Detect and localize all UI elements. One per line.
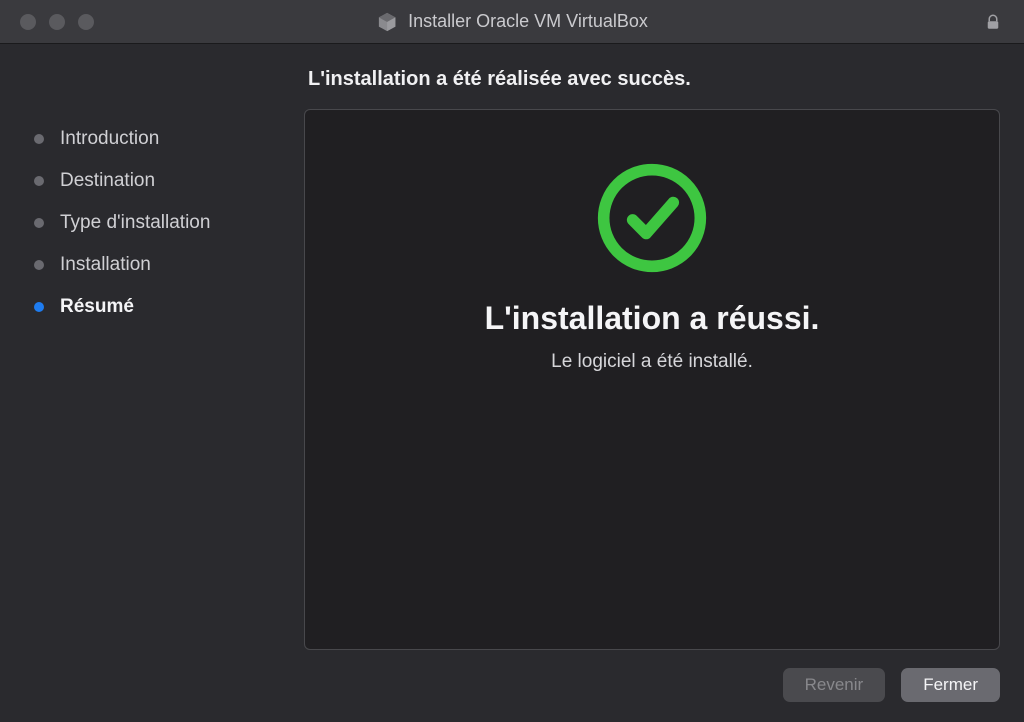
package-icon (376, 11, 398, 33)
zoom-window-button[interactable] (78, 14, 94, 30)
window-title: Installer Oracle VM VirtualBox (376, 11, 648, 33)
bullet-icon (34, 218, 44, 228)
installer-steps: Introduction Destination Type d'installa… (34, 118, 304, 328)
close-button[interactable]: Fermer (901, 668, 1000, 702)
step-label: Installation (60, 254, 151, 276)
window-title-text: Installer Oracle VM VirtualBox (408, 11, 648, 32)
result-panel: L'installation a réussi. Le logiciel a é… (304, 109, 1000, 650)
lock-icon[interactable] (984, 12, 1002, 32)
success-checkmark-icon (594, 160, 710, 276)
step-introduction: Introduction (34, 118, 304, 160)
step-label: Introduction (60, 128, 159, 150)
step-installation: Installation (34, 244, 304, 286)
bullet-icon (34, 260, 44, 270)
sidebar: Introduction Destination Type d'installa… (24, 68, 304, 702)
back-button[interactable]: Revenir (783, 668, 886, 702)
close-window-button[interactable] (20, 14, 36, 30)
page-heading: L'installation a été réalisée avec succè… (304, 68, 1000, 109)
bullet-icon (34, 176, 44, 186)
minimize-window-button[interactable] (49, 14, 65, 30)
content-area: Introduction Destination Type d'installa… (0, 44, 1024, 722)
step-label: Type d'installation (60, 212, 210, 234)
step-resume: Résumé (34, 286, 304, 328)
main-column: L'installation a été réalisée avec succè… (304, 68, 1000, 702)
step-type: Type d'installation (34, 202, 304, 244)
success-subtitle: Le logiciel a été installé. (551, 351, 753, 373)
step-label: Résumé (60, 296, 134, 318)
footer: Revenir Fermer (304, 650, 1000, 702)
success-title: L'installation a réussi. (485, 300, 820, 337)
bullet-icon (34, 134, 44, 144)
step-destination: Destination (34, 160, 304, 202)
titlebar: Installer Oracle VM VirtualBox (0, 0, 1024, 44)
window-controls (0, 14, 94, 30)
bullet-icon (34, 302, 44, 312)
step-label: Destination (60, 170, 155, 192)
